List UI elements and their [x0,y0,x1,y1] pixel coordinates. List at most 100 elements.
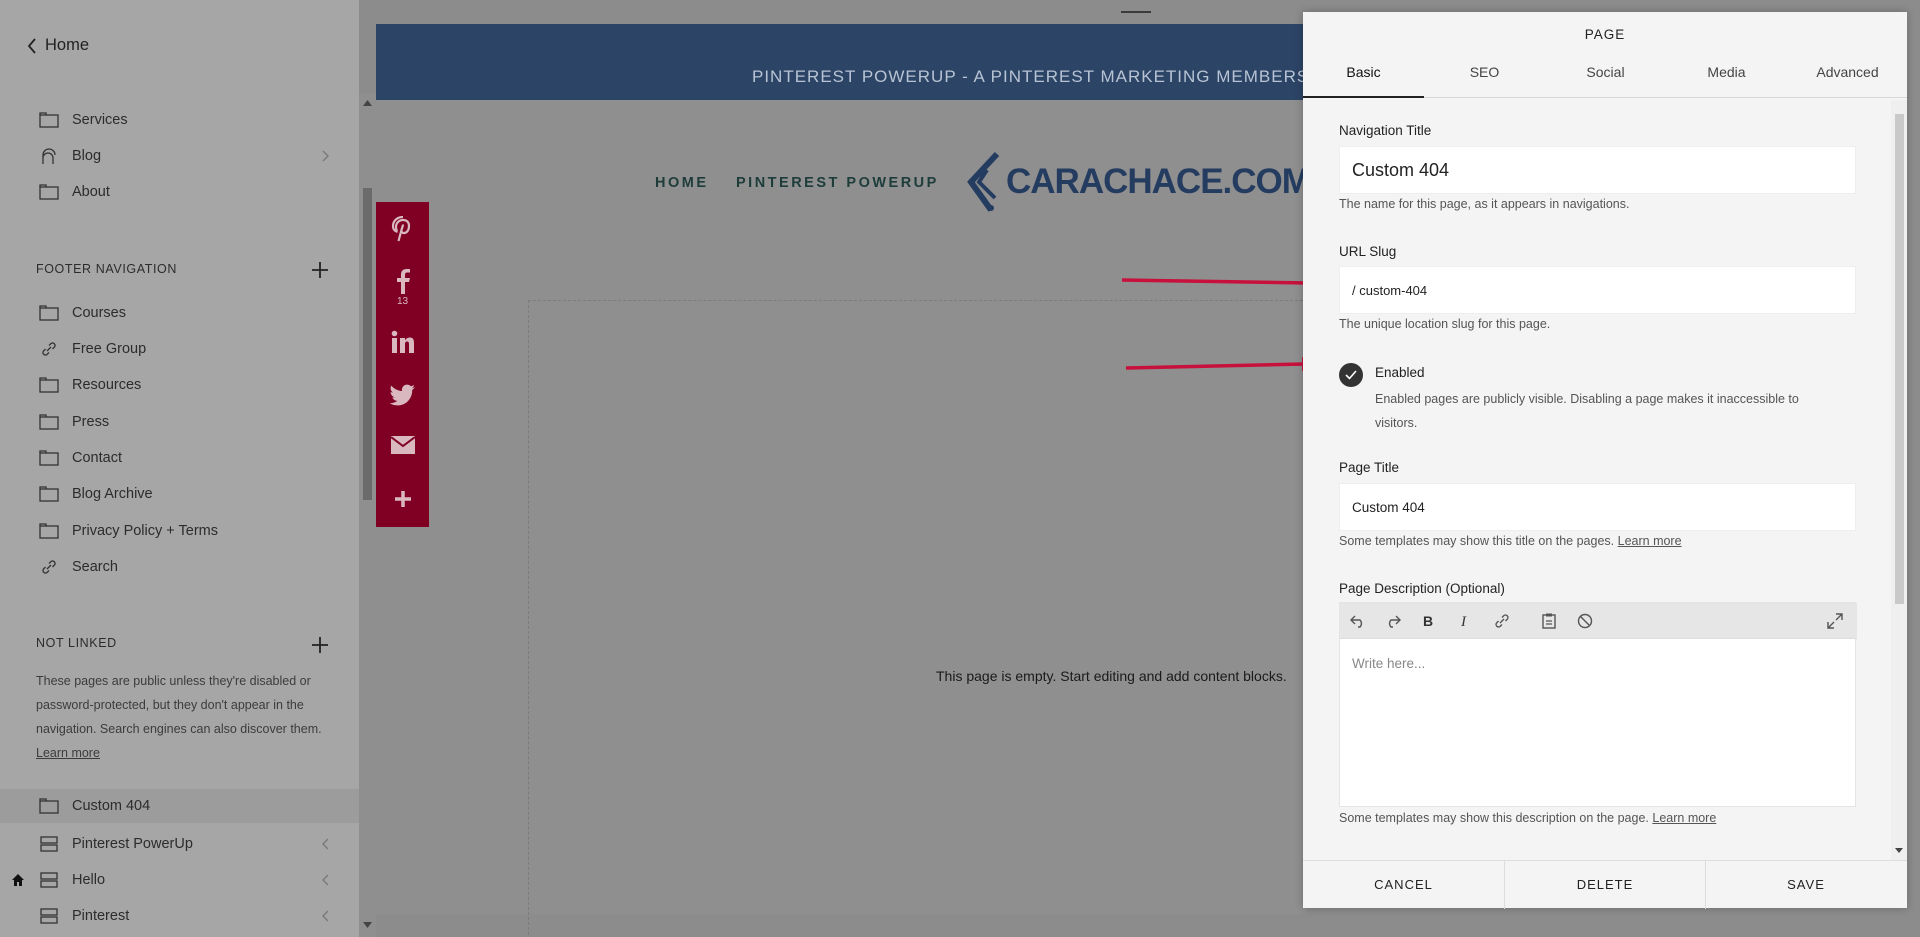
sidebar-item-privacy-policy[interactable]: Privacy Policy + Terms [0,514,359,548]
svg-text:B: B [1423,614,1433,628]
page-icon [38,449,60,467]
link-icon [38,558,60,576]
nav-link-home[interactable]: HOME [655,175,709,191]
sidebar-item-label: Press [72,414,110,430]
sidebar-scrollbar[interactable] [359,94,376,937]
linkedin-icon [391,330,415,354]
announcement-banner: PINTEREST POWERUP - A PINTEREST MARKETIN… [376,24,1340,100]
scroll-down-arrow-icon[interactable] [1895,848,1903,853]
clear-formatting-icon[interactable] [1575,612,1595,630]
scroll-up-arrow-icon[interactable] [363,100,372,106]
cancel-button[interactable]: CANCEL [1303,861,1504,909]
annotation-arrow-enabled [1124,356,1320,376]
twitter-share-button[interactable] [376,384,429,406]
tab-social[interactable]: Social [1545,60,1666,98]
panel-title: PAGE [1584,27,1626,42]
page-title-label: Page Title [1339,460,1400,475]
editor-placeholder: Write here... [1352,656,1426,671]
page-description-editor[interactable]: B I Write here... [1339,602,1857,807]
page-icon [38,522,60,540]
bold-icon[interactable]: B [1419,612,1439,630]
sidebar-item-label: Pinterest [72,908,130,924]
sidebar-item-label: Blog Archive [72,486,153,502]
scroll-down-arrow-icon[interactable] [363,922,372,928]
tab-advanced[interactable]: Advanced [1787,60,1908,98]
index-icon [38,835,60,853]
redo-icon[interactable] [1383,612,1403,630]
add-not-linked-page-button[interactable] [310,635,330,655]
index-icon [38,907,60,925]
sidebar-item-press[interactable]: Press [0,405,359,439]
delete-button[interactable]: DELETE [1504,861,1705,909]
sidebar-item-blog[interactable]: Blog [0,139,359,173]
linkedin-share-button[interactable] [376,330,429,354]
link-icon[interactable] [1492,612,1512,630]
navigation-title-input[interactable]: Custom 404 [1339,146,1856,194]
page-icon [38,376,60,394]
sidebar-item-pinterest-powerup[interactable]: Pinterest PowerUp [0,827,359,861]
sidebar-item-custom-404[interactable]: Custom 404 [0,789,359,823]
sidebar-item-free-group[interactable]: Free Group [0,332,359,366]
sidebar-item-label: Privacy Policy + Terms [72,523,218,539]
sidebar-item-pinterest[interactable]: Pinterest [0,899,359,933]
page-description-help-text: Some templates may show this description… [1339,811,1649,825]
chevron-right-icon [322,150,329,162]
sidebar-item-label: Search [72,559,118,575]
tab-media[interactable]: Media [1666,60,1787,98]
page-icon [38,304,60,322]
sidebar-item-resources[interactable]: Resources [0,368,359,402]
page-icon [38,485,60,503]
facebook-share-button[interactable]: 13 [376,268,429,307]
pinterest-share-button[interactable] [376,216,429,242]
panel-scroll-thumb[interactable] [1895,114,1904,604]
sidebar-item-contact[interactable]: Contact [0,441,359,475]
page-description-help: Some templates may show this description… [1339,811,1716,825]
tab-basic[interactable]: Basic [1303,60,1424,98]
learn-more-link[interactable]: Learn more [36,746,100,760]
enabled-checkbox[interactable] [1339,363,1363,387]
sidebar-item-search[interactable]: Search [0,550,359,584]
page-icon [38,183,60,201]
email-icon [390,436,415,454]
sidebar-scroll-thumb[interactable] [363,188,372,500]
link-icon [38,340,60,358]
page-title-learn-more-link[interactable]: Learn more [1618,534,1682,548]
italic-icon[interactable]: I [1455,612,1475,630]
paste-icon[interactable] [1539,612,1559,630]
email-share-button[interactable] [376,436,429,454]
site-logo-icon [961,150,1009,214]
back-to-home-link[interactable]: Home [27,36,89,55]
nav-link-pinterest-powerup[interactable]: PINTEREST POWERUP [736,175,939,191]
page-title-help-text: Some templates may show this title on th… [1339,534,1615,548]
sidebar-item-label: Contact [72,450,122,466]
expand-icon[interactable] [1825,612,1845,630]
sidebar-item-courses[interactable]: Courses [0,296,359,330]
sidebar-item-hello[interactable]: Hello [0,863,359,897]
enabled-label: Enabled [1375,365,1425,380]
empty-content-area[interactable] [528,300,1328,937]
page-title-input[interactable]: Custom 404 [1339,483,1856,531]
add-footer-page-button[interactable] [310,260,330,280]
more-share-button[interactable] [376,490,429,508]
twitter-icon [389,384,416,406]
pinterest-icon [391,216,415,242]
back-label: Home [45,36,90,54]
sidebar-item-label: Custom 404 [72,798,151,814]
not-linked-heading: NOT LINKED [36,636,117,650]
navigation-title-label: Navigation Title [1339,123,1432,138]
panel-scrollbar[interactable] [1891,100,1907,860]
url-slug-input[interactable]: / custom-404 [1339,266,1856,314]
url-slug-label: URL Slug [1339,244,1397,259]
sidebar-item-about[interactable]: About [0,175,359,209]
sidebar-item-label: Pinterest PowerUp [72,836,193,852]
undo-icon[interactable] [1348,612,1368,630]
page-settings-panel: PAGE Basic SEO Social Media Advanced Nav… [1303,12,1908,909]
sidebar-item-blog-archive[interactable]: Blog Archive [0,477,359,511]
save-button[interactable]: SAVE [1705,861,1906,909]
sidebar-item-services[interactable]: Services [0,103,359,137]
tab-seo[interactable]: SEO [1424,60,1545,98]
facebook-icon [395,268,411,294]
svg-text:I: I [1460,614,1467,628]
page-description-learn-more-link[interactable]: Learn more [1652,811,1716,825]
url-slug-help: The unique location slug for this page. [1339,317,1551,331]
